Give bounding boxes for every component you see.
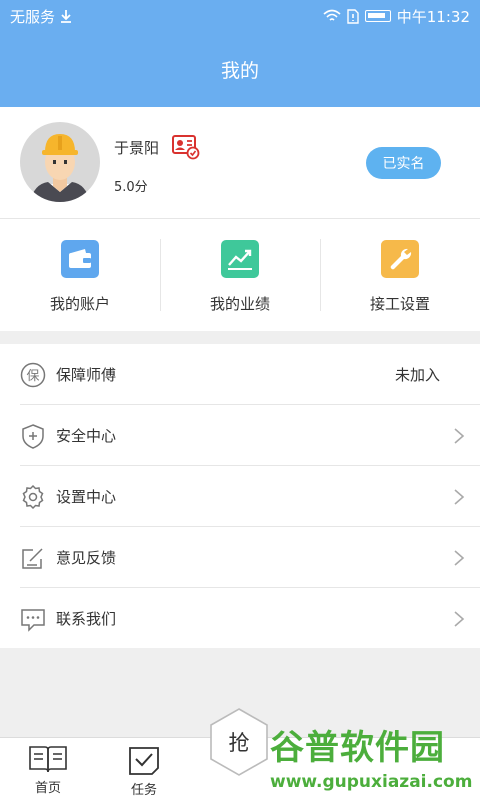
chevron-right-icon: [454, 611, 465, 627]
clock-text: 中午11:32: [396, 7, 470, 26]
shortcut-label: 我的业绩: [209, 295, 270, 313]
menu-item-label: 设置中心: [56, 488, 117, 506]
book-icon: [29, 746, 67, 773]
chevron-right-icon: [454, 489, 465, 505]
verified-label: 已实名: [382, 156, 425, 172]
menu-item-security[interactable]: 安全中心: [0, 405, 480, 466]
wallet-icon: [61, 240, 99, 278]
shield-icon: [22, 424, 44, 449]
menu-item-contact[interactable]: 联系我们: [0, 588, 480, 649]
avatar[interactable]: [20, 122, 100, 202]
worker-avatar-icon: [30, 134, 90, 202]
menu-item-feedback[interactable]: 意见反馈: [0, 527, 480, 588]
shortcut-job-settings[interactable]: 接工设置: [320, 219, 480, 331]
sim-alert-icon: [347, 8, 359, 24]
carrier-text: 无服务: [10, 7, 56, 26]
shortcut-my-performance[interactable]: 我的业绩: [160, 219, 320, 331]
profile-card[interactable]: 于景阳 5.0分 已实名: [0, 107, 480, 219]
user-name: 于景阳: [114, 139, 160, 157]
status-right: 中午11:32: [323, 6, 470, 27]
status-bar: 无服务 中午11:32: [0, 0, 480, 32]
menu-item-label: 联系我们: [56, 610, 117, 628]
status-left: 无服务: [10, 6, 73, 27]
watermark-url: www.gupuxiazai.com: [270, 772, 473, 792]
download-icon: [61, 10, 72, 23]
chevron-right-icon: [454, 550, 465, 566]
tab-home[interactable]: 首页: [0, 738, 96, 800]
wrench-icon: [381, 240, 419, 278]
shortcut-label: 接工设置: [369, 295, 430, 313]
grab-order-label: 抢: [228, 731, 250, 755]
shortcut-my-account[interactable]: 我的账户: [0, 219, 160, 331]
shortcut-grid: 我的账户 我的业绩 接工设置: [0, 219, 480, 331]
tab-label: 任务: [130, 783, 157, 798]
tab-tasks[interactable]: 任务: [96, 738, 192, 800]
page-title: 我的: [220, 60, 259, 82]
verified-badge[interactable]: 已实名: [366, 147, 441, 179]
trend-chart-icon: [221, 240, 259, 278]
menu-item-label: 意见反馈: [56, 549, 117, 567]
title-bar: 我的: [0, 32, 480, 107]
chat-icon: [21, 609, 45, 632]
checkbox-icon: [129, 747, 159, 775]
battery-icon: [364, 10, 391, 22]
menu-item-label: 安全中心: [56, 427, 117, 445]
wifi-icon: [323, 9, 341, 21]
menu-item-settings[interactable]: 设置中心: [0, 466, 480, 527]
chevron-right-icon: [454, 428, 465, 444]
id-card-icon[interactable]: [172, 134, 200, 160]
menu-item-label: 保障师傅: [56, 366, 117, 384]
menu-item-guarantee[interactable]: 保 保障师傅 未加入: [0, 344, 480, 405]
settings-menu: 保 保障师傅 未加入 安全中心 设置中心 意见反馈 联系我们: [0, 344, 480, 648]
menu-item-value: 未加入: [394, 366, 440, 384]
watermark-title: 谷普软件园: [270, 728, 445, 768]
gear-icon: [22, 484, 44, 510]
feedback-icon: [22, 548, 43, 569]
user-score: 5.0分: [114, 180, 148, 195]
guarantee-icon-text: 保: [26, 369, 39, 384]
tab-label: 首页: [34, 781, 61, 796]
shortcut-label: 我的账户: [49, 295, 110, 313]
guarantee-icon: 保: [20, 362, 46, 388]
